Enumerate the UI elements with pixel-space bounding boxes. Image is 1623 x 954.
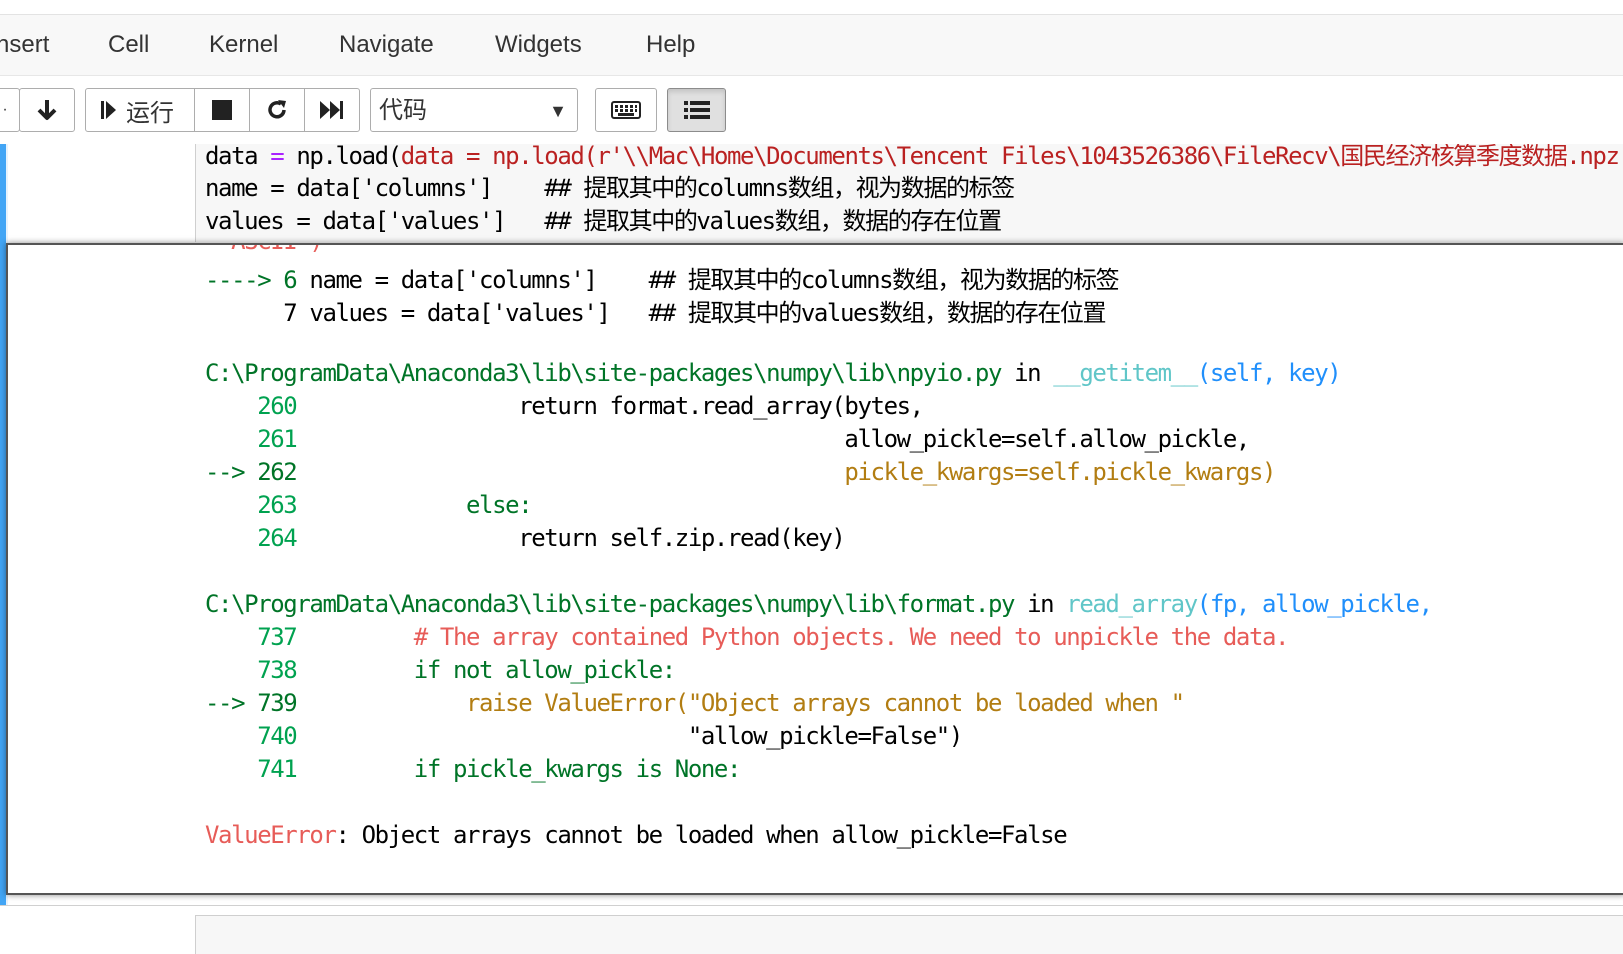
menu-kernel[interactable]: Kernel	[209, 15, 278, 75]
error-text: : Object arrays cannot be loaded when al…	[335, 821, 1068, 849]
run-button[interactable]: 运行	[85, 88, 195, 132]
move-up-button[interactable]: ·	[0, 88, 20, 132]
line-260: 260 return format.read_array(bytes,	[205, 392, 924, 420]
line-264: 264 return self.zip.read(key)	[205, 524, 846, 552]
menu-help[interactable]: Help	[646, 15, 695, 75]
toggle-toc-button[interactable]	[667, 88, 726, 132]
move-down-button[interactable]	[19, 88, 75, 132]
cell-type-select[interactable]: 代码 ▼	[370, 88, 578, 132]
line-738-code: if not allow_pickle:	[296, 656, 676, 684]
line-741-no: 741	[205, 755, 298, 783]
code-line-2: name = data['columns'] ## 提取其中的columns数组…	[205, 174, 1015, 202]
line-741-code: if pickle_kwargs is None:	[296, 755, 742, 783]
frame1-func: __getitem__	[1053, 359, 1198, 387]
traceback-output: ASCII') ----> 6 name = data['columns'] #…	[6, 243, 1623, 895]
line-263: 263 else:	[205, 491, 533, 519]
line-262-code: pickle_kwargs=self.pickle_kwargs)	[296, 458, 1276, 486]
stop-icon	[212, 100, 232, 120]
line-739: --> 739 raise ValueError("Object arrays …	[205, 689, 1185, 717]
code-line-3: values = data['values'] ## 提取其中的values数组…	[205, 207, 1002, 235]
line-740: 740 "allow_pickle=False")	[205, 722, 963, 750]
frame2-path: C:\ProgramData\Anaconda3\lib\site-packag…	[205, 590, 1015, 618]
frame1-args: (self, key)	[1196, 359, 1342, 387]
line-740-no: 740	[205, 722, 298, 750]
frame1-in: in	[1001, 359, 1054, 387]
frame1-header: C:\ProgramData\Anaconda3\lib\site-packag…	[205, 359, 1342, 387]
line-737-code: # The array contained Python objects. We…	[296, 623, 1290, 651]
traceback-line-6: ----> 6 name = data['columns'] ## 提取其中的c…	[205, 260, 1120, 295]
line-260-no: 260	[205, 392, 298, 420]
arrow-down-icon	[37, 100, 57, 120]
restart-kernel-button[interactable]	[249, 88, 305, 132]
line-263-no: 263	[205, 491, 298, 519]
frame2-in: in	[1014, 590, 1067, 618]
run-button-label: 运行	[126, 99, 174, 127]
fast-forward-icon	[320, 101, 343, 119]
menubar: nsert Cell Kernel Navigate Widgets Help	[0, 15, 1623, 76]
line-739-code: raise ValueError("Object arrays cannot b…	[296, 689, 1185, 717]
error-name: ValueError	[205, 821, 337, 849]
top-strip	[0, 0, 1623, 15]
line-264-no: 264	[205, 524, 298, 552]
traceback-line-7: 7 values = data['values'] ## 提取其中的values…	[205, 299, 1106, 327]
menu-navigate[interactable]: Navigate	[339, 15, 434, 75]
partial-line: ASCII')	[205, 245, 324, 255]
arrow-6: ----> 6	[205, 266, 310, 294]
line-737-no: 737	[205, 623, 298, 651]
line-261-code: allow_pickle=self.allow_pickle,	[296, 425, 1250, 453]
code-line-1-rest: data = np.load(r'\\Mac\Home\Documents\Te…	[400, 144, 1623, 170]
keyboard-icon	[611, 101, 641, 119]
code-cell-input[interactable]: data = np.load(data = np.load(r'\\Mac\Ho…	[195, 144, 1623, 242]
refresh-icon	[268, 100, 286, 119]
next-code-cell[interactable]	[195, 915, 1623, 954]
line-738: 738 if not allow_pickle:	[205, 656, 676, 684]
line-261: 261 allow_pickle=self.allow_pickle,	[205, 425, 1250, 453]
cell-divider	[0, 905, 1623, 906]
line-263-code: else:	[296, 491, 533, 519]
line-6-code: name = data['columns'] ## 提取其中的columns数组…	[309, 266, 1119, 294]
command-palette-button[interactable]	[595, 88, 657, 132]
menu-widgets[interactable]: Widgets	[495, 15, 582, 75]
list-icon	[683, 101, 710, 119]
line-741: 741 if pickle_kwargs is None:	[205, 755, 742, 783]
cell-type-value: 代码	[379, 97, 427, 124]
arrow-up-icon: ·	[2, 101, 8, 118]
line-262-no: --> 262	[205, 458, 298, 486]
frame1-path: C:\ProgramData\Anaconda3\lib\site-packag…	[205, 359, 1002, 387]
restart-run-all-button[interactable]	[304, 88, 360, 132]
toolbar: · 运行 代码 ▼	[0, 76, 1623, 144]
line-260-code: return format.read_array(bytes,	[296, 392, 924, 420]
error-message: ValueError: Object arrays cannot be load…	[205, 821, 1068, 849]
line-738-no: 738	[205, 656, 298, 684]
interrupt-kernel-button[interactable]	[194, 88, 250, 132]
line-261-no: 261	[205, 425, 298, 453]
line-262: --> 262 pickle_kwargs=self.pickle_kwargs…	[205, 458, 1276, 486]
line-740-code: "allow_pickle=False")	[296, 722, 963, 750]
menu-cell[interactable]: Cell	[108, 15, 149, 75]
line-264-code: return self.zip.read(key)	[296, 524, 846, 552]
frame2-args: (fp, allow_pickle,	[1196, 590, 1433, 618]
line-737: 737 # The array contained Python objects…	[205, 623, 1290, 651]
chevron-down-icon: ▼	[549, 101, 567, 121]
line-739-no: --> 739	[205, 689, 298, 717]
frame2-header: C:\ProgramData\Anaconda3\lib\site-packag…	[205, 590, 1433, 618]
menu-insert[interactable]: nsert	[0, 15, 49, 75]
step-forward-icon	[101, 101, 116, 119]
code-line-1: data = np.load(data = np.load(r'\\Mac\Ho…	[205, 144, 1623, 171]
frame2-func: read_array	[1066, 590, 1198, 618]
